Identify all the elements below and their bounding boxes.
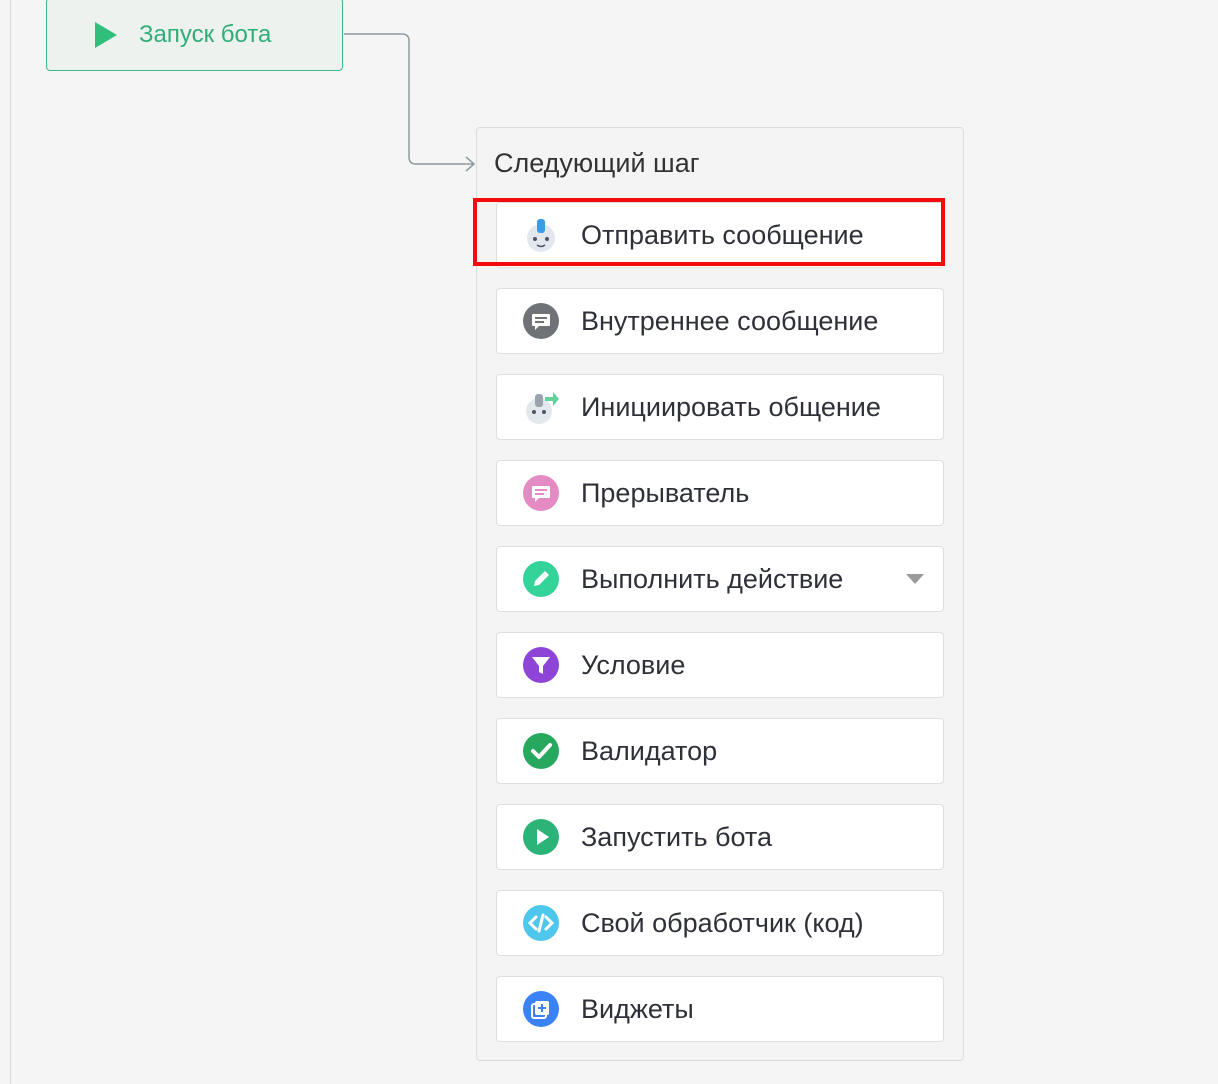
step-label: Валидатор — [581, 735, 718, 766]
step-interrupter[interactable]: Прерыватель — [496, 460, 944, 526]
step-validator[interactable]: Валидатор — [496, 718, 944, 784]
check-icon — [523, 733, 559, 769]
step-label: Прерыватель — [581, 477, 750, 508]
filter-icon — [523, 647, 559, 683]
chat-bubble-pink-icon — [523, 475, 559, 511]
play-icon — [523, 819, 559, 855]
step-label: Внутреннее сообщение — [581, 305, 879, 336]
panel-title: Следующий шаг — [494, 148, 700, 178]
step-label: Виджеты — [581, 993, 694, 1024]
widgets-icon — [523, 991, 559, 1027]
step-custom-handler[interactable]: Свой обработчик (код) — [496, 890, 944, 956]
step-initiate-conversation[interactable]: Инициировать общение — [496, 374, 944, 440]
code-icon — [523, 905, 559, 941]
step-label: Инициировать общение — [581, 391, 881, 422]
step-label: Выполнить действие — [581, 563, 844, 594]
step-launch-bot[interactable]: Запустить бота — [496, 804, 944, 870]
step-widgets[interactable]: Виджеты — [496, 976, 944, 1042]
chat-bubble-gray-icon — [523, 303, 559, 339]
step-label: Свой обработчик (код) — [581, 907, 864, 938]
step-perform-action[interactable]: Выполнить действие — [496, 546, 944, 612]
step-label: Запустить бота — [581, 821, 772, 852]
step-condition[interactable]: Условие — [496, 632, 944, 698]
step-internal-message[interactable]: Внутреннее сообщение — [496, 288, 944, 354]
robot-arrow-icon — [526, 392, 559, 424]
step-label: Условие — [581, 649, 686, 680]
chevron-down-icon[interactable] — [906, 574, 924, 584]
pencil-icon — [523, 561, 559, 597]
highlight-box — [473, 198, 945, 266]
